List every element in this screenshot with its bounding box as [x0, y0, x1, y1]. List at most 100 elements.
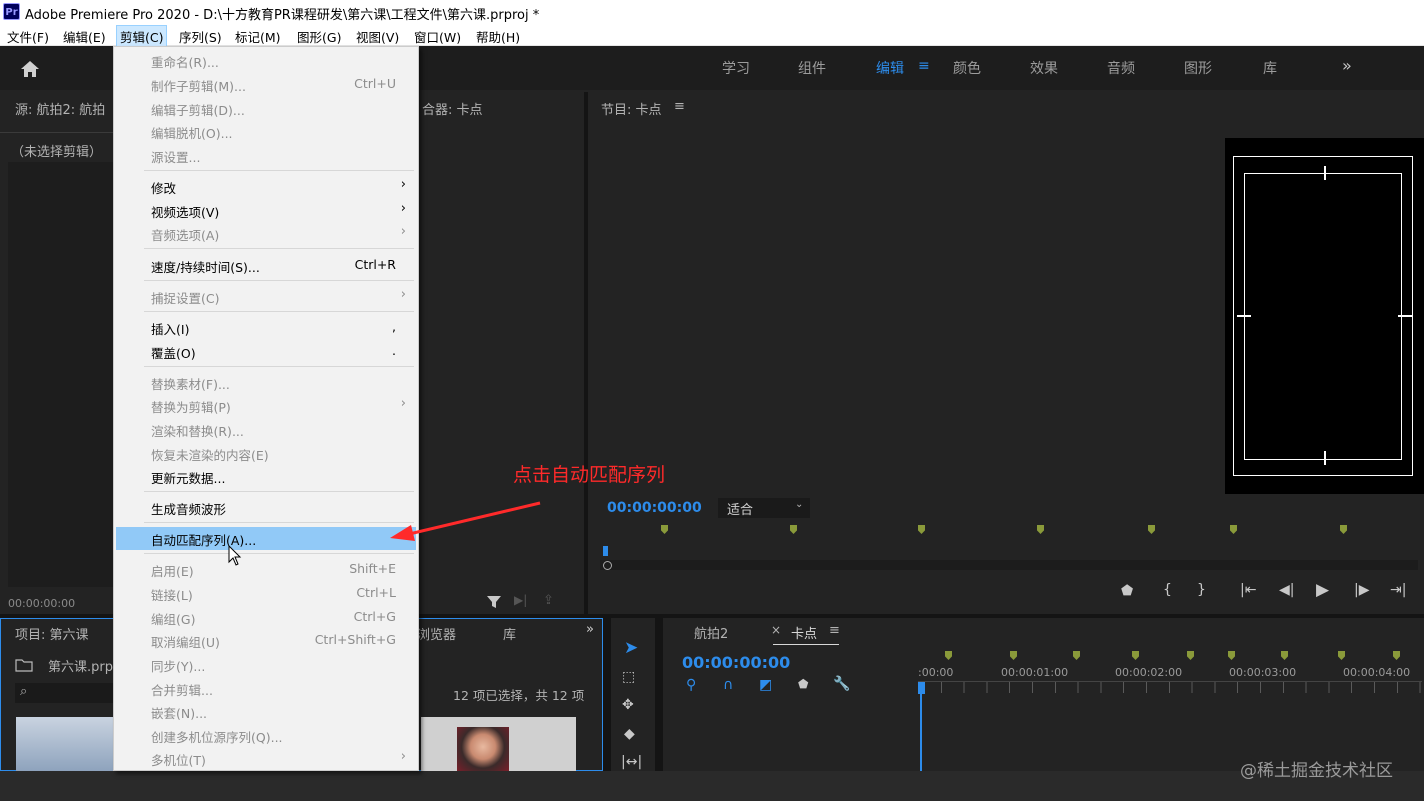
- menu-item-replace-footage[interactable]: 替换素材(F)...: [116, 371, 416, 394]
- ripple-edit-tool-icon[interactable]: ✥: [622, 697, 634, 713]
- clip-thumbnail[interactable]: [421, 717, 576, 771]
- menu-item-refresh-metadata[interactable]: 更新元数据...: [116, 465, 416, 488]
- menu-item-automate-to-sequence[interactable]: 自动匹配序列(A)...: [116, 527, 416, 550]
- audio-mixer-tab[interactable]: 合器: 卡点: [422, 99, 483, 118]
- go-to-out-icon[interactable]: ⇥|: [1390, 582, 1406, 598]
- menu-item-restore-unrendered[interactable]: 恢复未渲染的内容(E): [116, 442, 416, 465]
- program-scrub-bar[interactable]: [600, 560, 1418, 570]
- add-marker-icon[interactable]: ⬟: [798, 677, 808, 691]
- workspace-tab-assembly[interactable]: 组件: [798, 58, 826, 78]
- libraries-tab[interactable]: 库: [503, 624, 516, 643]
- menu-marker[interactable]: 标记(M): [235, 27, 281, 46]
- add-marker-icon[interactable]: ⬟: [1121, 583, 1133, 599]
- menu-item-video-options[interactable]: 视频选项(V) ›: [116, 199, 416, 222]
- time-ruler[interactable]: [918, 681, 1422, 693]
- menu-item-edit-subclip[interactable]: 编辑子剪辑(D)...: [116, 97, 416, 120]
- timeline-timecode[interactable]: 00:00:00:00: [682, 653, 790, 672]
- project-panel-title[interactable]: 项目: 第六课: [15, 624, 89, 643]
- menu-help[interactable]: 帮助(H): [476, 27, 520, 46]
- menu-item-rename[interactable]: 重命名(R)...: [116, 49, 416, 72]
- menu-item-nest[interactable]: 嵌套(N)...: [116, 700, 416, 723]
- filter-icon[interactable]: [486, 595, 502, 609]
- active-tab-underline: [773, 644, 839, 645]
- menu-item-multicam[interactable]: 多机位(T) ›: [116, 747, 416, 770]
- menu-view[interactable]: 视图(V): [356, 27, 399, 46]
- play-icon[interactable]: ▶: [1316, 580, 1329, 600]
- workspace-tab-editing[interactable]: 编辑: [876, 58, 904, 78]
- menu-item-synchronize[interactable]: 同步(Y)...: [116, 653, 416, 676]
- clip-thumbnail[interactable]: [16, 717, 114, 771]
- mark-in-icon[interactable]: {: [1163, 582, 1172, 598]
- workspace-menu-icon[interactable]: ≡: [918, 58, 930, 74]
- selection-tool-icon[interactable]: ➤: [624, 638, 638, 658]
- slip-tool-icon[interactable]: |↔|: [621, 754, 642, 770]
- wrench-icon[interactable]: 🔧: [833, 676, 850, 692]
- playhead-line: [920, 694, 922, 771]
- go-to-in-icon[interactable]: |⇤: [1240, 582, 1256, 598]
- menu-item-render-replace[interactable]: 渲染和替换(R)...: [116, 418, 416, 441]
- program-playhead[interactable]: [603, 546, 608, 556]
- menu-item-replace-with-clip[interactable]: 替换为剪辑(P) ›: [116, 394, 416, 417]
- timeline-tab-kadian[interactable]: 卡点: [791, 623, 817, 642]
- menu-sequence[interactable]: 序列(S): [179, 27, 222, 46]
- menu-item-capture-settings[interactable]: 捕捉设置(C) ›: [116, 285, 416, 308]
- workspace-more-icon[interactable]: »: [1342, 56, 1352, 75]
- menu-item-edit-offline[interactable]: 编辑脱机(O)...: [116, 120, 416, 143]
- source-panel-title[interactable]: 源: 航拍2: 航拍: [15, 99, 105, 118]
- zoom-handle[interactable]: [603, 561, 612, 570]
- menu-item-enable[interactable]: 启用(E) Shift+E: [116, 558, 416, 581]
- export-icon[interactable]: ⇪: [543, 593, 554, 608]
- menu-item-merge-clips[interactable]: 合并剪辑...: [116, 677, 416, 700]
- menu-item-make-subclip[interactable]: 制作子剪辑(M)... Ctrl+U: [116, 73, 416, 96]
- timeline-tab-hangpai2[interactable]: 航拍2: [694, 623, 728, 642]
- snap-icon[interactable]: ⚲: [686, 677, 696, 693]
- step-back-icon[interactable]: ◀|: [1279, 582, 1294, 598]
- mouse-cursor-icon: [228, 545, 242, 566]
- menu-item-overwrite[interactable]: 覆盖(O).: [116, 340, 416, 363]
- mark-out-icon[interactable]: }: [1197, 582, 1206, 598]
- linked-selection-icon[interactable]: ∩: [723, 677, 733, 693]
- menu-separator: [144, 248, 414, 249]
- workspace-tab-libraries[interactable]: 库: [1263, 58, 1277, 78]
- nest-icon[interactable]: ◩: [759, 677, 772, 693]
- menu-window[interactable]: 窗口(W): [414, 27, 461, 46]
- chevron-right-icon: ›: [400, 224, 406, 239]
- program-menu-icon[interactable]: ≡: [674, 99, 685, 114]
- step-forward-icon[interactable]: |▶: [1354, 582, 1369, 598]
- menu-item-modify[interactable]: 修改 ›: [116, 175, 416, 198]
- title-safe-guide: [1244, 173, 1402, 460]
- menu-file[interactable]: 文件(F): [7, 27, 49, 46]
- workspace-tab-color[interactable]: 颜色: [953, 58, 981, 78]
- menu-item-render-audio-waveform[interactable]: 生成音频波形: [116, 496, 416, 519]
- track-select-tool-icon[interactable]: ⬚: [622, 669, 635, 685]
- timeline-menu-icon[interactable]: ≡: [829, 623, 840, 638]
- razor-tool-icon[interactable]: ◆: [624, 726, 635, 742]
- timeline-playhead[interactable]: [918, 682, 925, 694]
- menu-item-link[interactable]: 链接(L) Ctrl+L: [116, 582, 416, 605]
- menu-item-source-settings[interactable]: 源设置...: [116, 144, 416, 167]
- close-icon[interactable]: ×: [771, 623, 781, 637]
- menu-item-group[interactable]: 编组(G) Ctrl+G: [116, 606, 416, 629]
- insert-icon[interactable]: ▶|: [514, 593, 527, 607]
- menu-item-audio-options[interactable]: 音频选项(A) ›: [116, 222, 416, 245]
- menu-graphics[interactable]: 图形(G): [297, 27, 341, 46]
- menu-clip[interactable]: 剪辑(C): [116, 25, 168, 48]
- workspace-tab-graphics[interactable]: 图形: [1184, 58, 1212, 78]
- menu-item-insert[interactable]: 插入(I),: [116, 316, 416, 339]
- chevron-right-icon: ›: [400, 287, 406, 302]
- project-search-input[interactable]: ⌕: [15, 683, 115, 703]
- menu-item-create-multicam[interactable]: 创建多机位源序列(Q)...: [116, 724, 416, 747]
- workspace-tab-effects[interactable]: 效果: [1030, 58, 1058, 78]
- menu-edit[interactable]: 编辑(E): [63, 27, 106, 46]
- menu-item-speed-duration[interactable]: 速度/持续时间(S)... Ctrl+R: [116, 254, 416, 277]
- home-icon[interactable]: [20, 60, 40, 78]
- program-panel-title[interactable]: 节目: 卡点: [601, 99, 662, 118]
- workspace-tab-learn[interactable]: 学习: [722, 58, 750, 78]
- ruler-label: 00:00:02:00: [1115, 666, 1183, 679]
- panels-more-icon[interactable]: »: [586, 622, 594, 637]
- fit-dropdown[interactable]: 适合 ⌄: [718, 498, 810, 518]
- menu-item-ungroup[interactable]: 取消编组(U) Ctrl+Shift+G: [116, 629, 416, 652]
- media-browser-tab[interactable]: 浏览器: [417, 624, 456, 643]
- workspace-tab-audio[interactable]: 音频: [1107, 58, 1135, 78]
- program-timecode[interactable]: 00:00:00:00: [607, 500, 702, 516]
